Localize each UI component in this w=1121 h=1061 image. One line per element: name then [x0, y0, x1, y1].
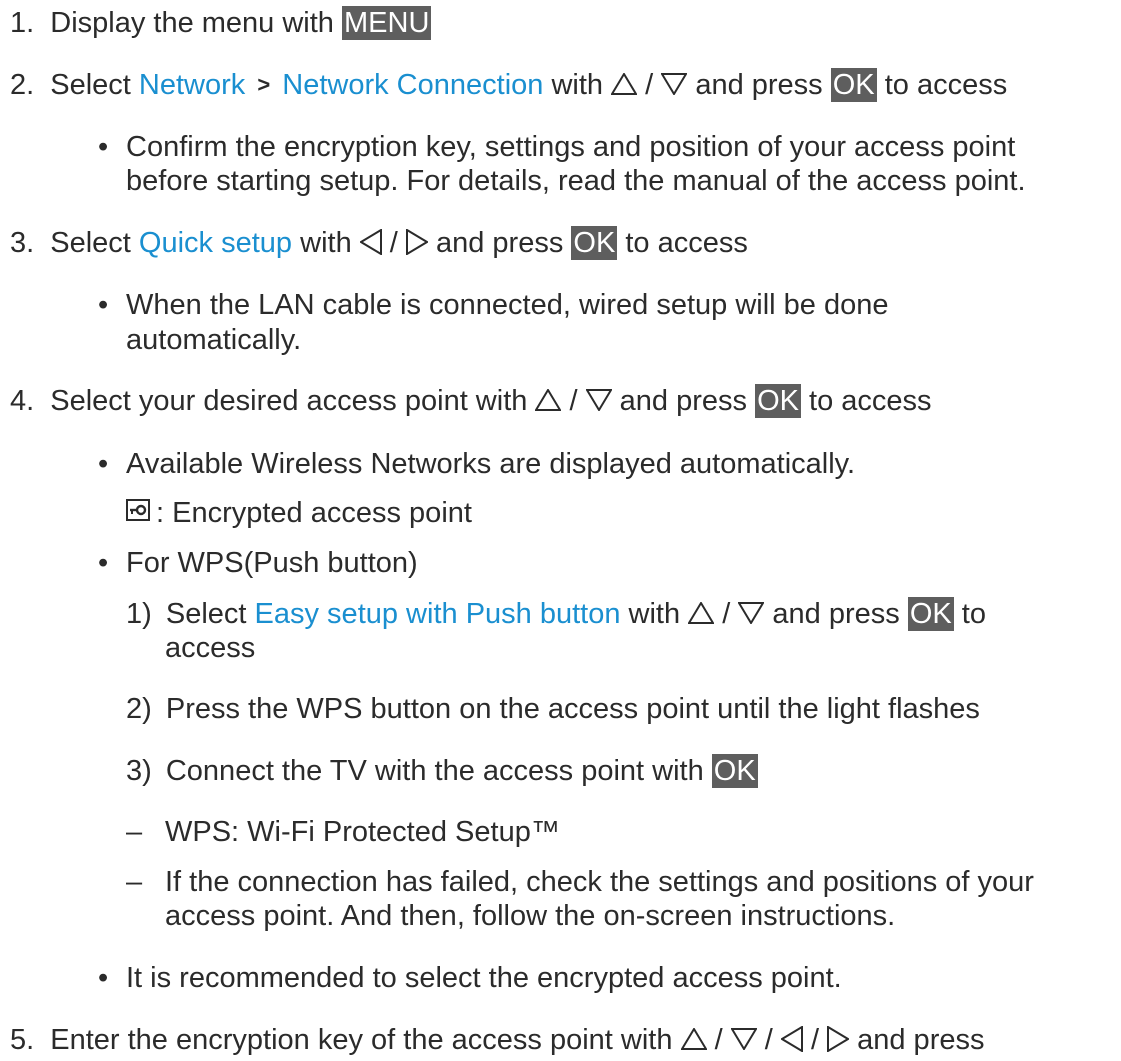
separator: / — [802, 1024, 828, 1056]
step-3-bullet-line-1: When the LAN cable is connected, wired s… — [126, 289, 889, 321]
step-number: 5. — [10, 1024, 35, 1056]
step-2-bullet-line-2: before starting setup. For details, read… — [126, 165, 1026, 197]
step-4-bullet-2: For WPS(Push button) — [126, 547, 418, 579]
bullet-mark: • — [98, 131, 109, 163]
down-arrow-icon — [730, 1028, 757, 1051]
step-4-bullet-1: Available Wireless Networks are displaye… — [126, 448, 856, 480]
step-text: to access — [801, 385, 932, 417]
substep-number: 3) — [126, 755, 152, 787]
dash-note-1-mark: – — [126, 816, 143, 848]
wps-step-3: 3) Connect the TV with the access point … — [126, 753, 758, 789]
wps-step-2: 2) Press the WPS button on the access po… — [126, 691, 980, 727]
encrypted-legend-text: : Encrypted access point — [156, 497, 472, 529]
step-3-bullet: • — [98, 287, 108, 323]
up-arrow-icon — [611, 73, 638, 96]
step-3: 3. Select Quick setup with / and press O… — [10, 225, 748, 261]
down-arrow-icon — [738, 602, 765, 625]
right-arrow-icon — [405, 229, 428, 256]
step-text: Enter the encryption key of the access p… — [50, 1024, 681, 1056]
step-text: Select — [50, 227, 139, 259]
step-text: with — [292, 227, 360, 259]
bullet-mark: • — [98, 289, 109, 321]
ok-key-label: OK — [830, 68, 877, 102]
step-text: and press — [427, 227, 572, 259]
quick-setup-link[interactable]: Quick setup — [139, 227, 292, 259]
network-connection-link[interactable]: Network Connection — [282, 69, 543, 101]
step-text: to access — [617, 227, 748, 259]
right-arrow-icon — [827, 1026, 850, 1053]
step-text: and press — [687, 69, 831, 101]
step-text: and press — [764, 598, 908, 630]
step-text: Press the WPS button on the access point… — [165, 693, 980, 725]
step-number: 2. — [10, 69, 35, 101]
menu-key-label: MENU — [342, 6, 432, 40]
step-2: 2. Select Network > Network Connection w… — [10, 67, 1007, 105]
step-4-bullet-2-mark: • — [98, 547, 109, 579]
step-number: 3. — [10, 227, 35, 259]
step-4: 4. Select your desired access point with… — [10, 383, 932, 419]
down-arrow-icon — [585, 389, 612, 412]
dash-note-1: WPS: Wi-Fi Protected Setup™ — [165, 816, 560, 848]
separator: / — [714, 598, 739, 630]
step-text: and press — [611, 385, 756, 417]
separator: / — [706, 1024, 731, 1056]
ok-key-label: OK — [907, 597, 954, 631]
step-text: with — [543, 69, 612, 101]
left-arrow-icon — [359, 229, 382, 256]
step-text: Display the menu with — [50, 7, 342, 39]
substep-number: 2) — [126, 693, 152, 725]
step-1: 1. Display the menu with MENU — [10, 5, 432, 41]
ok-key-label: OK — [571, 226, 618, 260]
step-4-bullet-1-mark: • — [98, 448, 109, 480]
wps-step-1: 1) Select Easy setup with Push button wi… — [126, 596, 986, 632]
step-text: to access — [876, 69, 1008, 101]
chevron-right-icon: > — [257, 72, 271, 97]
down-arrow-icon — [661, 73, 688, 96]
dash-note-2-line-1: If the connection has failed, check the … — [165, 866, 1034, 898]
wps-step-1-line-2: access — [165, 632, 256, 664]
encrypted-legend: : Encrypted access point — [126, 495, 472, 531]
separator: / — [756, 1024, 781, 1056]
up-arrow-icon — [535, 389, 562, 412]
up-arrow-icon — [688, 602, 715, 625]
step-4-bullet-3: It is recommended to select the encrypte… — [126, 962, 842, 994]
step-4-bullet-3-mark: • — [98, 962, 109, 994]
left-arrow-icon — [780, 1026, 803, 1053]
up-arrow-icon — [680, 1028, 707, 1051]
step-text: Select your desired access point with — [50, 385, 536, 417]
step-text: with — [620, 598, 689, 630]
step-text: to — [953, 598, 986, 630]
separator: / — [637, 69, 662, 101]
lock-icon — [126, 494, 150, 530]
separator: / — [381, 227, 406, 259]
step-2-bullet: • — [98, 129, 108, 165]
step-3-bullet-line-2: automatically. — [126, 324, 302, 356]
step-text: and press — [849, 1024, 985, 1056]
separator: / — [561, 385, 586, 417]
ok-key-label: OK — [755, 384, 801, 418]
step-text: Connect the TV with the access point wit… — [165, 755, 712, 787]
substep-number: 1) — [126, 598, 152, 630]
dash-note-2-line-2: access point. And then, follow the on-sc… — [165, 900, 896, 932]
step-2-bullet-line-1: Confirm the encryption key, settings and… — [126, 131, 1016, 163]
step-number: 4. — [10, 385, 35, 417]
dash-note-2-mark: – — [126, 866, 143, 898]
network-link[interactable]: Network — [139, 69, 245, 101]
step-text: Select — [165, 598, 255, 630]
step-text: Select — [50, 69, 139, 101]
step-5: 5. Enter the encryption key of the acces… — [10, 1022, 984, 1058]
ok-key-label: OK — [711, 754, 758, 788]
step-number: 1. — [10, 7, 35, 39]
easy-setup-push-button-link[interactable]: Easy setup with Push button — [255, 598, 621, 630]
